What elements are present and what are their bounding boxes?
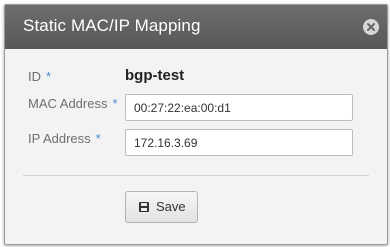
floppy-disk-icon	[139, 202, 149, 212]
required-asterisk: *	[112, 96, 118, 111]
required-asterisk: *	[95, 131, 101, 146]
id-label: ID *	[28, 69, 51, 84]
close-button[interactable]	[363, 19, 379, 35]
close-icon	[367, 23, 375, 31]
dialog-title: Static MAC/IP Mapping	[23, 16, 201, 35]
ip-address-field[interactable]	[125, 129, 353, 156]
ip-address-label-text: IP Address	[28, 131, 91, 146]
ip-address-label: IP Address *	[28, 131, 101, 146]
id-value: bgp-test	[125, 67, 185, 84]
form-divider	[23, 175, 369, 176]
mac-address-field[interactable]	[125, 94, 353, 121]
id-label-text: ID	[28, 69, 41, 84]
save-button-label: Save	[156, 199, 186, 214]
mac-address-label-text: MAC Address	[28, 96, 108, 111]
required-asterisk: *	[46, 69, 52, 84]
mac-address-label: MAC Address *	[28, 96, 118, 111]
dialog-titlebar: Static MAC/IP Mapping	[5, 5, 387, 49]
static-mac-ip-mapping-dialog: Static MAC/IP Mapping ID * bgp-test MAC A…	[4, 4, 388, 245]
save-button[interactable]: Save	[125, 191, 198, 223]
